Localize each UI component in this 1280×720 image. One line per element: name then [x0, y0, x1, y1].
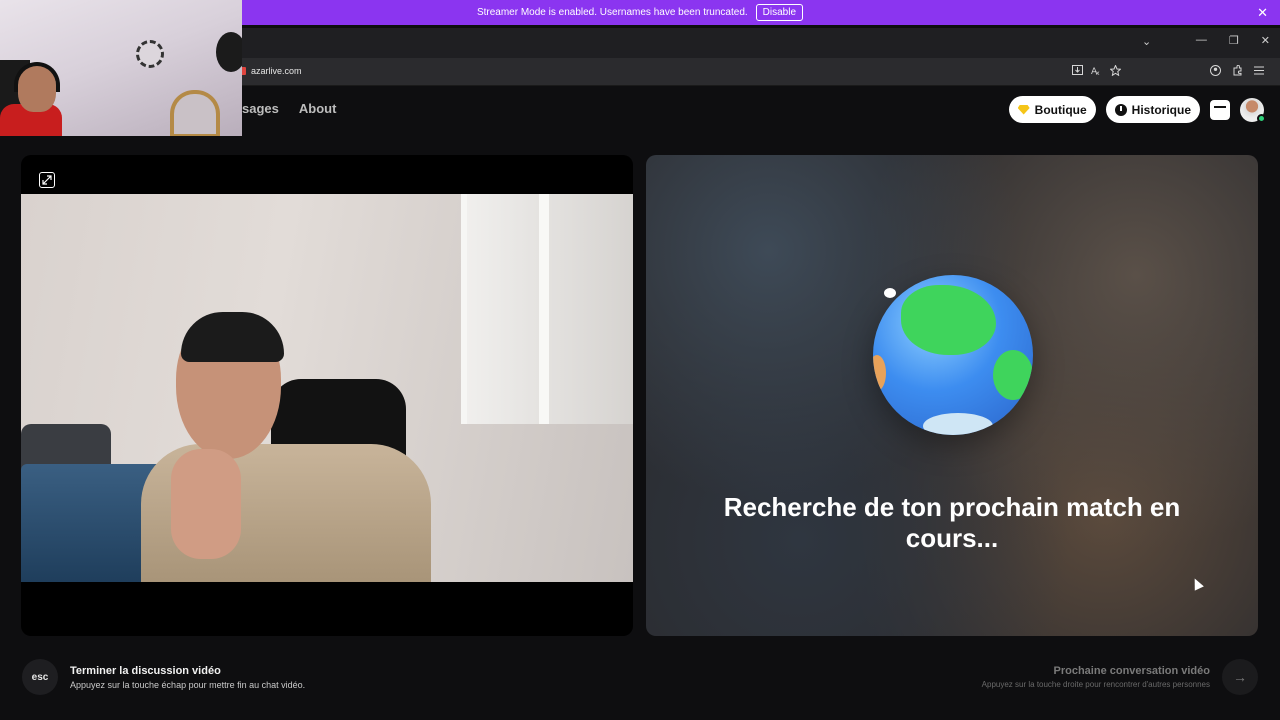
profile-icon[interactable]: [1209, 64, 1221, 76]
menu-icon[interactable]: [1253, 64, 1265, 76]
window-controls: — ❐ ✕: [1196, 34, 1270, 47]
address-bar-icons: Ax: [1071, 64, 1121, 76]
minimize-icon[interactable]: —: [1196, 34, 1207, 47]
extensions-icon[interactable]: [1231, 64, 1243, 76]
site-nav: sages About: [242, 101, 336, 116]
close-icon[interactable]: ✕: [1257, 5, 1268, 21]
next-chat-control[interactable]: Prochaine conversation vidéo Appuyez sur…: [982, 659, 1258, 695]
globe-highlight: [884, 288, 896, 298]
wall-clock: [136, 40, 164, 68]
end-chat-subtitle: Appuyez sur la touche échap pour mettre …: [70, 679, 306, 690]
expand-icon[interactable]: [39, 172, 55, 188]
online-status-dot: [1257, 113, 1266, 123]
historique-button[interactable]: Historique: [1105, 96, 1200, 123]
match-search-panel: Recherche de ton prochain match en cours…: [646, 155, 1258, 636]
streamer-webcam-overlay: [0, 0, 242, 136]
window-close-icon[interactable]: ✕: [1261, 34, 1270, 47]
header-actions: Boutique Historique: [1008, 96, 1266, 123]
clock-icon: [1114, 103, 1127, 116]
streamer-mode-message: Streamer Mode is enabled. Usernames have…: [476, 7, 748, 18]
person-hand: [171, 449, 241, 559]
inbox-icon[interactable]: [1210, 99, 1230, 120]
svg-text:x: x: [1096, 70, 1100, 76]
translate-icon[interactable]: Ax: [1090, 64, 1102, 76]
next-chat-title: Prochaine conversation vidéo: [1053, 665, 1211, 677]
boutique-label: Boutique: [1034, 102, 1087, 117]
install-app-icon[interactable]: [1071, 64, 1083, 76]
wall-mirror: [170, 90, 220, 136]
end-chat-title: Terminer la discussion vidéo: [70, 664, 221, 677]
bookmark-star-icon[interactable]: [1109, 64, 1121, 76]
chevron-down-icon[interactable]: ⌄: [1142, 35, 1151, 48]
restore-icon[interactable]: ❐: [1229, 34, 1239, 47]
browser-toolbar-icons: [1209, 64, 1265, 76]
avatar[interactable]: [1240, 97, 1266, 123]
nav-messages[interactable]: sages: [242, 101, 279, 116]
searching-status-text: Recherche de ton prochain match en cours…: [723, 492, 1181, 553]
next-chat-subtitle: Appuyez sur la touche droite pour rencon…: [981, 680, 1210, 689]
mouse-cursor-icon: [1190, 576, 1204, 591]
esc-key-button[interactable]: esc: [22, 659, 58, 695]
window-background: [461, 194, 633, 424]
disable-streamer-mode-button[interactable]: Disable: [755, 4, 804, 21]
local-video-panel: [21, 155, 633, 636]
person-cap: [181, 312, 284, 362]
nav-about[interactable]: About: [299, 101, 337, 116]
boutique-button[interactable]: Boutique: [1008, 96, 1096, 123]
gem-icon: [1017, 104, 1030, 115]
url-text[interactable]: azarlive.com: [251, 66, 302, 76]
end-chat-control[interactable]: esc Terminer la discussion vidéo Appuyez…: [22, 659, 305, 695]
globe-icon: [873, 275, 1033, 435]
local-camera-feed: [21, 194, 633, 582]
arrow-right-icon[interactable]: →: [1222, 659, 1258, 695]
historique-label: Historique: [1131, 102, 1191, 117]
dark-object: [216, 32, 242, 72]
